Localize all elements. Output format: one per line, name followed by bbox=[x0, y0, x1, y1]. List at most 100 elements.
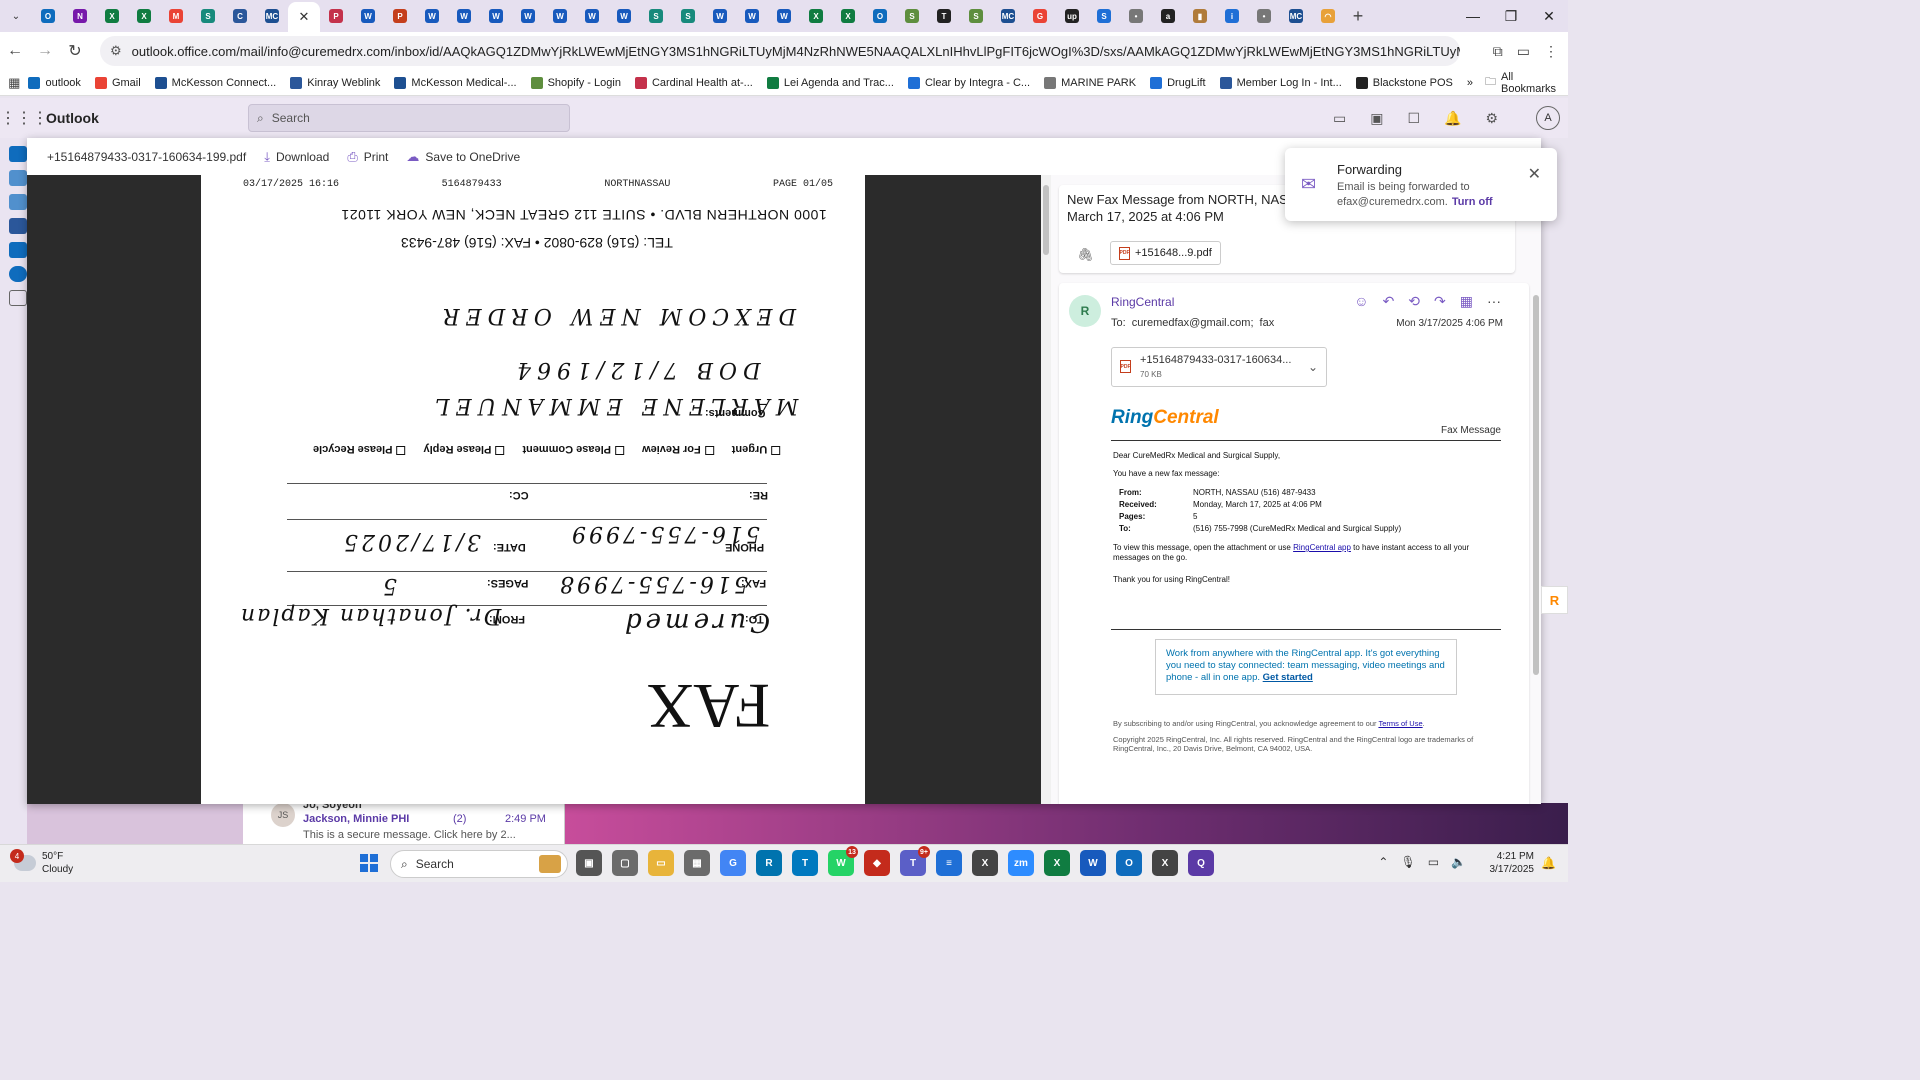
extensions-icon[interactable]: ⧉ bbox=[1493, 43, 1503, 60]
taskbar-app-icon[interactable]: ▦ bbox=[684, 850, 710, 876]
bookmark-item[interactable]: Blackstone POS bbox=[1355, 76, 1453, 89]
bookmark-item[interactable]: McKesson Medical-... bbox=[394, 76, 517, 89]
document-area[interactable]: 03/17/2025 16:16 5164879433 NORTHNASSAU … bbox=[27, 175, 1041, 804]
browser-tab[interactable]: ▮ bbox=[1184, 2, 1216, 30]
calendar-icon[interactable] bbox=[9, 170, 27, 186]
taskbar-app-icon[interactable]: W 13 bbox=[828, 846, 858, 876]
get-started-link[interactable]: Get started bbox=[1263, 672, 1313, 683]
save-onedrive-button[interactable]: ☁ Save to OneDrive bbox=[406, 149, 520, 165]
browser-tab[interactable]: W bbox=[512, 2, 544, 30]
taskbar-app-icon[interactable]: T bbox=[792, 850, 818, 876]
browser-tab[interactable]: W bbox=[448, 2, 480, 30]
taskbar-app-icon[interactable]: ≡ bbox=[936, 850, 962, 876]
minimize-button[interactable]: — bbox=[1454, 0, 1492, 32]
reply-icon[interactable]: ↶ bbox=[1383, 293, 1395, 310]
bookmark-item[interactable]: Shopify - Login bbox=[530, 76, 621, 89]
browser-tab[interactable]: W bbox=[608, 2, 640, 30]
people-icon[interactable] bbox=[9, 194, 27, 210]
new-tab-button[interactable]: + bbox=[1344, 6, 1372, 27]
browser-tab[interactable]: X bbox=[832, 2, 864, 30]
document-scroll-thumb[interactable] bbox=[1043, 185, 1049, 255]
feedback-icon[interactable]: ☐ bbox=[1407, 110, 1420, 127]
site-info-icon[interactable]: ⚙ bbox=[110, 43, 122, 59]
browser-tab[interactable]: W bbox=[576, 2, 608, 30]
browser-tab[interactable]: MC bbox=[1280, 2, 1312, 30]
taskbar-app-icon[interactable]: ◆ bbox=[864, 850, 890, 876]
browser-tab[interactable]: S bbox=[896, 2, 928, 30]
browser-tab[interactable]: • bbox=[1248, 2, 1280, 30]
reply-all-icon[interactable]: ⟲ bbox=[1408, 293, 1420, 310]
bookmark-item[interactable]: Lei Agenda and Trac... bbox=[766, 76, 894, 89]
taskbar-app-icon[interactable]: X bbox=[1152, 850, 1178, 876]
to-address[interactable]: curemedfax@gmail.com; bbox=[1132, 317, 1254, 329]
meet-now-icon[interactable]: ▭ bbox=[1333, 110, 1346, 127]
taskbar-app-icon[interactable]: ▢ bbox=[612, 850, 638, 876]
teams-icon[interactable]: ▣ bbox=[1370, 110, 1383, 127]
forward-icon[interactable]: → bbox=[30, 42, 60, 60]
close-tab-icon[interactable]: ✕ bbox=[299, 9, 310, 25]
mail-icon[interactable] bbox=[9, 146, 27, 162]
app-launcher-icon[interactable]: ⋮⋮⋮ bbox=[0, 108, 48, 128]
browser-tab[interactable]: a bbox=[1152, 2, 1184, 30]
emoji-react-icon[interactable]: ☺ bbox=[1354, 293, 1368, 310]
document-scrollbar[interactable] bbox=[1041, 175, 1051, 804]
browser-tab[interactable]: W bbox=[480, 2, 512, 30]
sender-name[interactable]: RingCentral bbox=[1111, 295, 1174, 309]
taskbar-app-icon[interactable]: R bbox=[756, 850, 782, 876]
browser-tab[interactable]: S bbox=[192, 2, 224, 30]
download-button[interactable]: ⤓ Download bbox=[264, 149, 329, 165]
bookmark-item[interactable]: Kinray Weblink bbox=[290, 76, 380, 89]
browser-tab[interactable]: MC bbox=[256, 2, 288, 30]
browser-tab[interactable]: X bbox=[128, 2, 160, 30]
list-row-sender[interactable]: Jackson, Minnie PHI bbox=[303, 813, 409, 825]
tab-search-dropdown[interactable]: ⌄ bbox=[0, 0, 32, 32]
microphone-icon[interactable]: 🎙 bbox=[1400, 855, 1415, 869]
url-field[interactable]: ⚙ outlook.office.com/mail/info@curemedrx… bbox=[100, 36, 1460, 66]
taskbar-app-icon[interactable]: T 9+ bbox=[900, 846, 930, 876]
chevron-up-icon[interactable]: ⌃ bbox=[1378, 855, 1388, 869]
all-bookmarks-button[interactable]: 🗀 All Bookmarks bbox=[1485, 71, 1556, 95]
browser-tab[interactable]: O bbox=[32, 2, 64, 30]
apps-icon[interactable]: ▦ bbox=[1460, 293, 1473, 310]
bookmark-item[interactable]: Clear by Integra - C... bbox=[907, 76, 1030, 89]
browser-tab[interactable]: S bbox=[640, 2, 672, 30]
notifications-icon[interactable]: 🔔 bbox=[1444, 110, 1461, 127]
taskbar-app-icon[interactable]: X bbox=[1044, 850, 1070, 876]
taskbar-app-icon[interactable]: ▭ bbox=[648, 850, 674, 876]
browser-tab[interactable]: i bbox=[1216, 2, 1248, 30]
search-box[interactable]: ⌕ Search bbox=[248, 104, 570, 132]
taskbar-app-icon[interactable]: ▣ bbox=[576, 850, 602, 876]
display-icon[interactable]: ▭ bbox=[1428, 855, 1439, 869]
browser-tab[interactable]: S bbox=[672, 2, 704, 30]
browser-tab[interactable]: X bbox=[96, 2, 128, 30]
more-apps-icon[interactable] bbox=[9, 290, 27, 306]
browser-tab[interactable]: O bbox=[864, 2, 896, 30]
ringcentral-side-icon[interactable]: R bbox=[1541, 586, 1568, 614]
browser-tab[interactable]: W bbox=[768, 2, 800, 30]
browser-tab[interactable]: M bbox=[160, 2, 192, 30]
notification-bell-icon[interactable]: 🔔 bbox=[1541, 856, 1556, 870]
browser-tab[interactable]: P bbox=[320, 2, 352, 30]
browser-tab[interactable]: C bbox=[224, 2, 256, 30]
taskbar-app-icon[interactable]: X bbox=[972, 850, 998, 876]
clock[interactable]: 4:21 PM 3/17/2025 bbox=[1490, 850, 1535, 876]
browser-tab[interactable]: P bbox=[384, 2, 416, 30]
browser-tab[interactable]: ◠ bbox=[1312, 2, 1344, 30]
bookmark-item[interactable]: Member Log In - Int... bbox=[1219, 76, 1342, 89]
maximize-button[interactable]: ❐ bbox=[1492, 0, 1530, 32]
chevron-down-icon[interactable]: ⌄ bbox=[1308, 360, 1318, 374]
ringcentral-app-link[interactable]: RingCentral app bbox=[1293, 543, 1351, 552]
menu-icon[interactable]: ⋮ bbox=[1544, 43, 1558, 60]
browser-tab[interactable]: N bbox=[64, 2, 96, 30]
browser-tab[interactable]: S bbox=[1088, 2, 1120, 30]
bookmark-item[interactable]: MARINE PARK bbox=[1044, 76, 1136, 89]
browser-tab[interactable]: W bbox=[736, 2, 768, 30]
browser-tab[interactable]: W bbox=[544, 2, 576, 30]
close-icon[interactable]: ✕ bbox=[1528, 164, 1541, 184]
taskbar-app-icon[interactable]: O bbox=[1116, 850, 1142, 876]
apps-grid-icon[interactable]: ▦ bbox=[0, 75, 28, 91]
bookmark-item[interactable]: McKesson Connect... bbox=[154, 76, 276, 89]
volume-icon[interactable]: 🔈 bbox=[1451, 855, 1466, 869]
to-extra[interactable]: fax bbox=[1260, 317, 1275, 329]
more-bookmarks-icon[interactable]: » bbox=[1467, 77, 1473, 89]
